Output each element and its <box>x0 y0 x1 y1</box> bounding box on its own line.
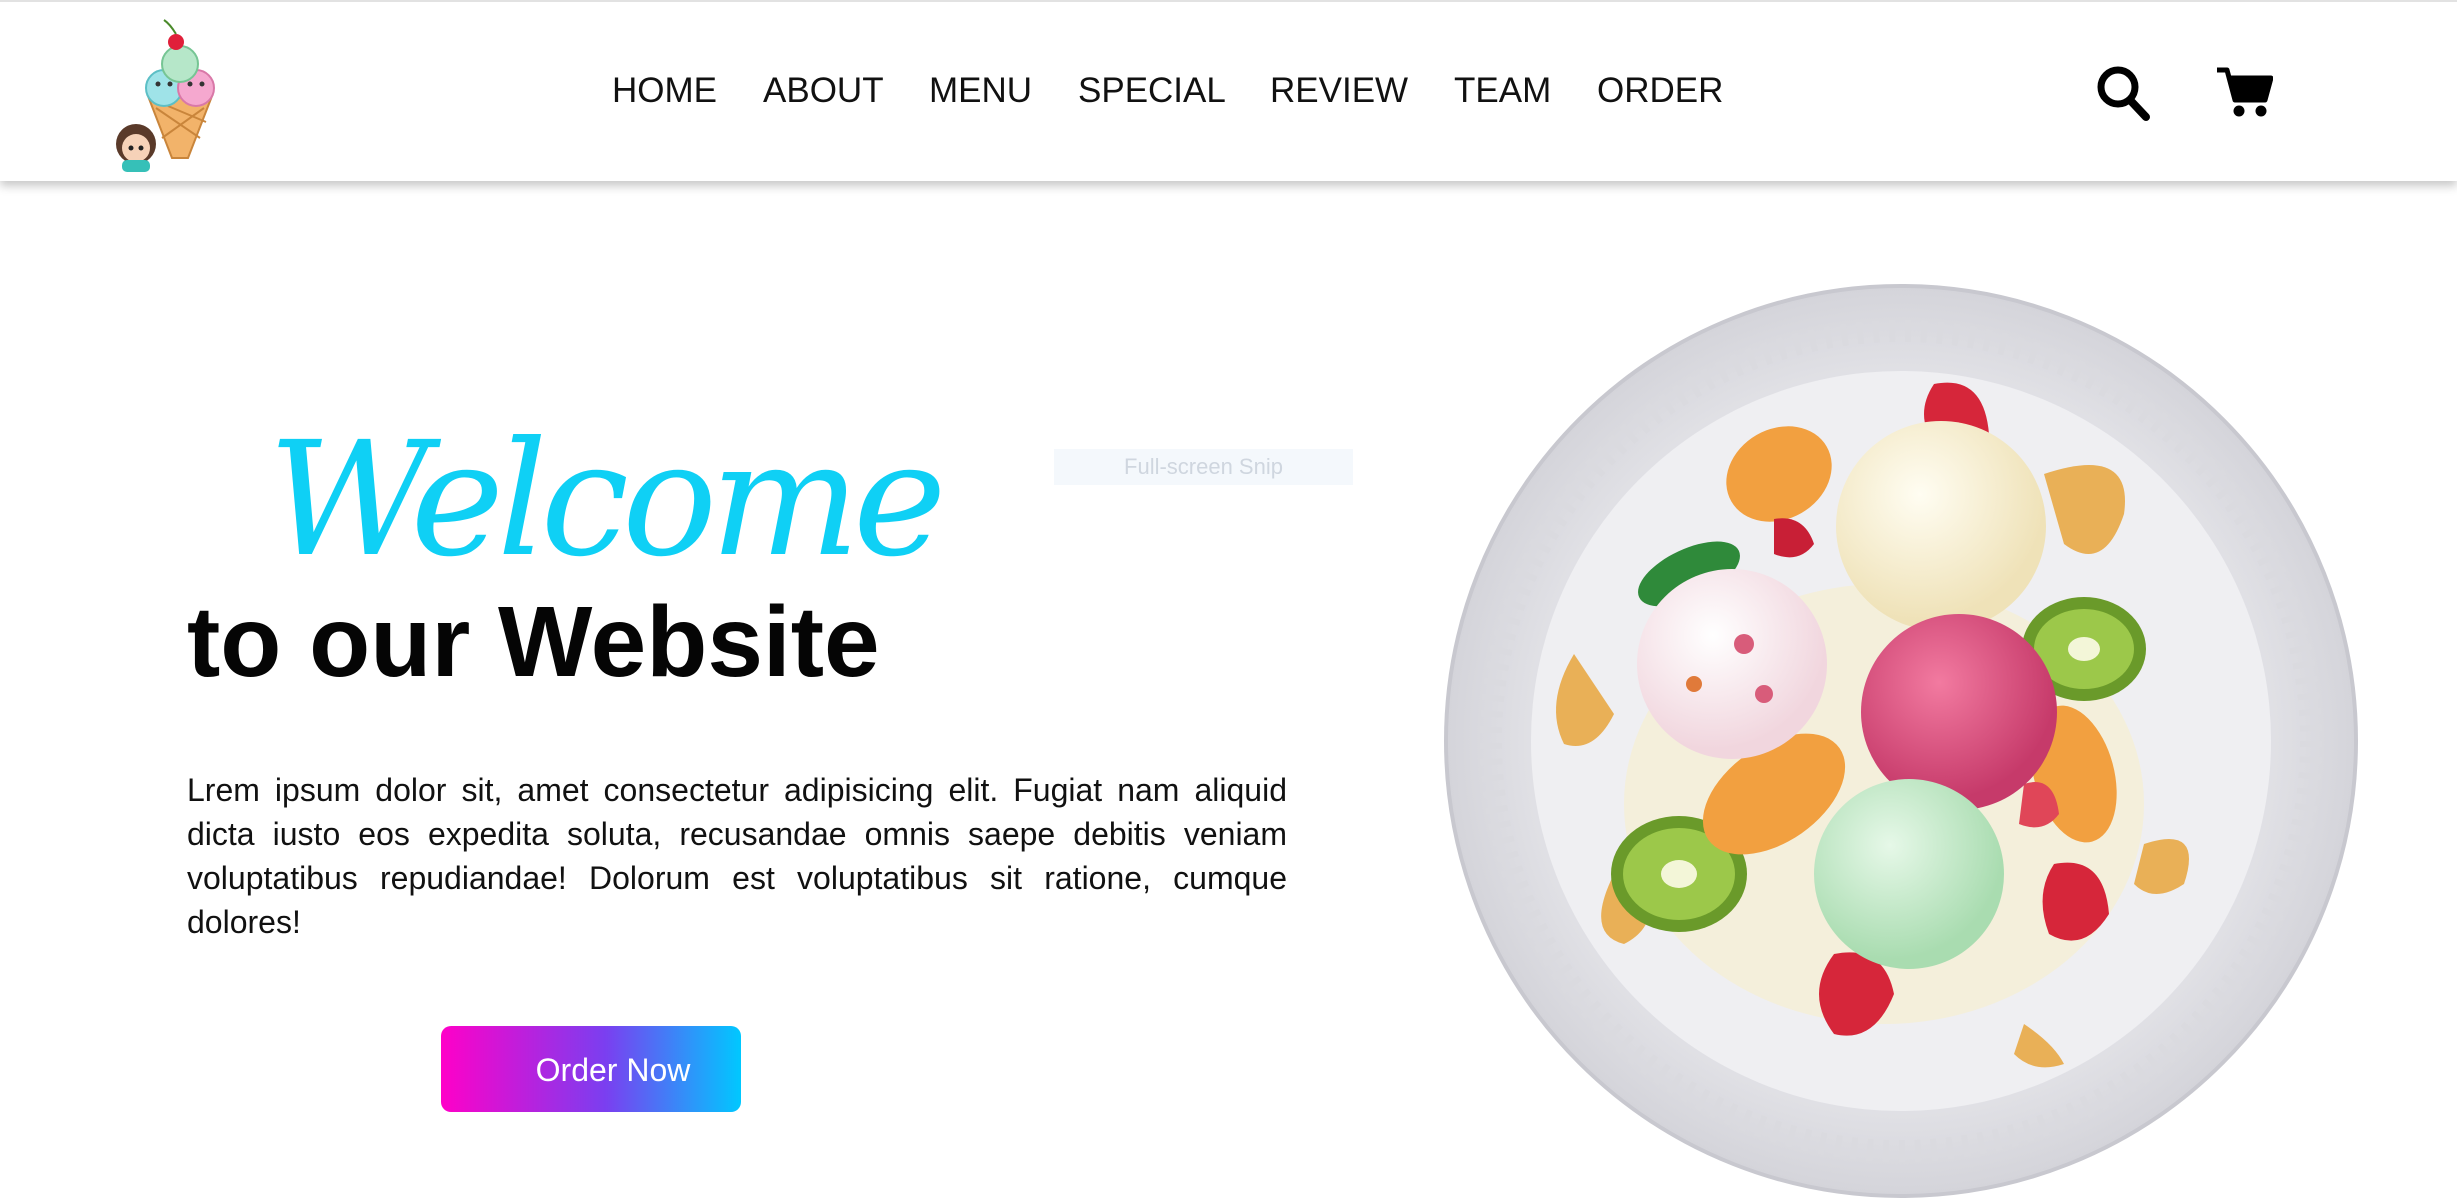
main-nav: HOME ABOUT MENU SPECIAL REVIEW TEAM ORDE… <box>0 2 2457 183</box>
cart-icon[interactable] <box>2215 64 2273 120</box>
ice-cream-plate-image <box>1444 284 2358 1198</box>
site-header: HOME ABOUT MENU SPECIAL REVIEW TEAM ORDE… <box>0 0 2457 181</box>
nav-team[interactable]: TEAM <box>1454 68 1551 113</box>
nav-special[interactable]: SPECIAL <box>1078 68 1226 113</box>
search-icon[interactable] <box>2095 64 2151 122</box>
nav-order[interactable]: ORDER <box>1597 68 1723 113</box>
order-now-button[interactable]: Order Now <box>441 1026 741 1112</box>
nav-review[interactable]: REVIEW <box>1270 68 1408 113</box>
nav-about[interactable]: ABOUT <box>763 68 884 113</box>
hero-description: Lrem ipsum dolor sit, amet consectetur a… <box>187 772 1287 940</box>
snip-tooltip: Full-screen Snip <box>1054 449 1353 485</box>
nav-home[interactable]: HOME <box>612 68 717 113</box>
hero-welcome-title: Welcome <box>268 408 946 592</box>
nav-menu[interactable]: MENU <box>929 68 1032 113</box>
hero-subtitle: to our Website <box>187 586 880 698</box>
